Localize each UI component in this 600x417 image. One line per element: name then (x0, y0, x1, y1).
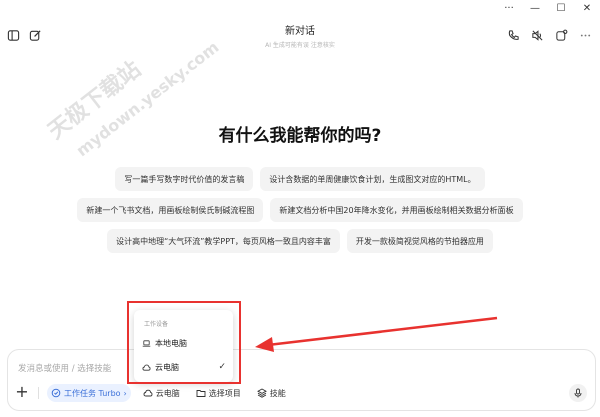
suggestion-chip[interactable]: 新建文档分析中国20年降水变化，并用画板绘制相关数据分析面板 (270, 198, 523, 222)
suggestion-row-1: 写一篇手写数字时代价值的发言稿 设计含数据的单周健康饮食计划，生成图文对应的HT… (0, 167, 600, 191)
mode-label: 工作任务 Turbo (64, 388, 121, 398)
project-label: 选择项目 (208, 388, 241, 398)
suggestion-chip[interactable]: 设计含数据的单周健康饮食计划，生成图文对应的HTML。 (260, 167, 485, 191)
phone-icon[interactable] (506, 28, 520, 42)
window-controls: ··· — ☐ ✕ (496, 0, 600, 16)
suggestion-row-2: 新建一个飞书文档，用画板绘制侯氏制碱流程图 新建文档分析中国20年降水变化，并用… (0, 198, 600, 222)
message-composer: 发消息或使用 / 选择技能 + 工作任务 Turbo › 云电脑 选择项目 技能 (7, 349, 596, 411)
device-label: 云电脑 (155, 388, 180, 398)
annotation-highlight-box (127, 301, 241, 384)
cloud-icon (143, 389, 153, 397)
task-mode-icon (51, 388, 61, 398)
more-icon[interactable]: ··· (496, 0, 522, 16)
skills-icon (256, 388, 267, 398)
share-icon[interactable] (554, 28, 568, 42)
suggestion-chip[interactable]: 新建一个飞书文档，用画板绘制侯氏制碱流程图 (77, 198, 264, 222)
message-input[interactable]: 发消息或使用 / 选择技能 (18, 362, 111, 374)
suggestion-chip[interactable]: 开发一款极简视觉风格的节拍器应用 (346, 229, 493, 253)
chevron-right-icon: › (123, 388, 127, 398)
folder-icon (196, 390, 206, 397)
mode-selector[interactable]: 工作任务 Turbo › (47, 384, 131, 402)
more-options-icon[interactable] (578, 28, 592, 42)
minimize-button[interactable]: — (522, 0, 548, 16)
suggestion-chip[interactable]: 写一篇手写数字时代价值的发言稿 (115, 167, 254, 191)
device-selector[interactable]: 云电脑 (139, 384, 184, 402)
suggestion-row-3: 设计高中地理“大气环流”教学PPT，每页风格一致且内容丰富 开发一款极简视觉风格… (0, 229, 600, 253)
hero-heading: 有什么我能帮你的吗? (218, 126, 382, 146)
skills-selector[interactable]: 技能 (253, 384, 290, 402)
microphone-icon (574, 388, 582, 398)
suggestion-chip[interactable]: 设计高中地理“大气环流”教学PPT，每页风格一致且内容丰富 (107, 229, 340, 253)
close-button[interactable]: ✕ (574, 0, 600, 16)
project-selector[interactable]: 选择项目 (192, 384, 245, 402)
mute-icon[interactable] (530, 28, 544, 42)
divider (38, 387, 39, 399)
toolbar-right (506, 28, 592, 42)
microphone-button[interactable] (569, 384, 587, 402)
skills-label: 技能 (269, 388, 286, 398)
add-attachment-button[interactable]: + (14, 384, 30, 401)
composer-toolbar: + 工作任务 Turbo › 云电脑 选择项目 技能 (14, 384, 290, 402)
maximize-button[interactable]: ☐ (548, 0, 574, 16)
